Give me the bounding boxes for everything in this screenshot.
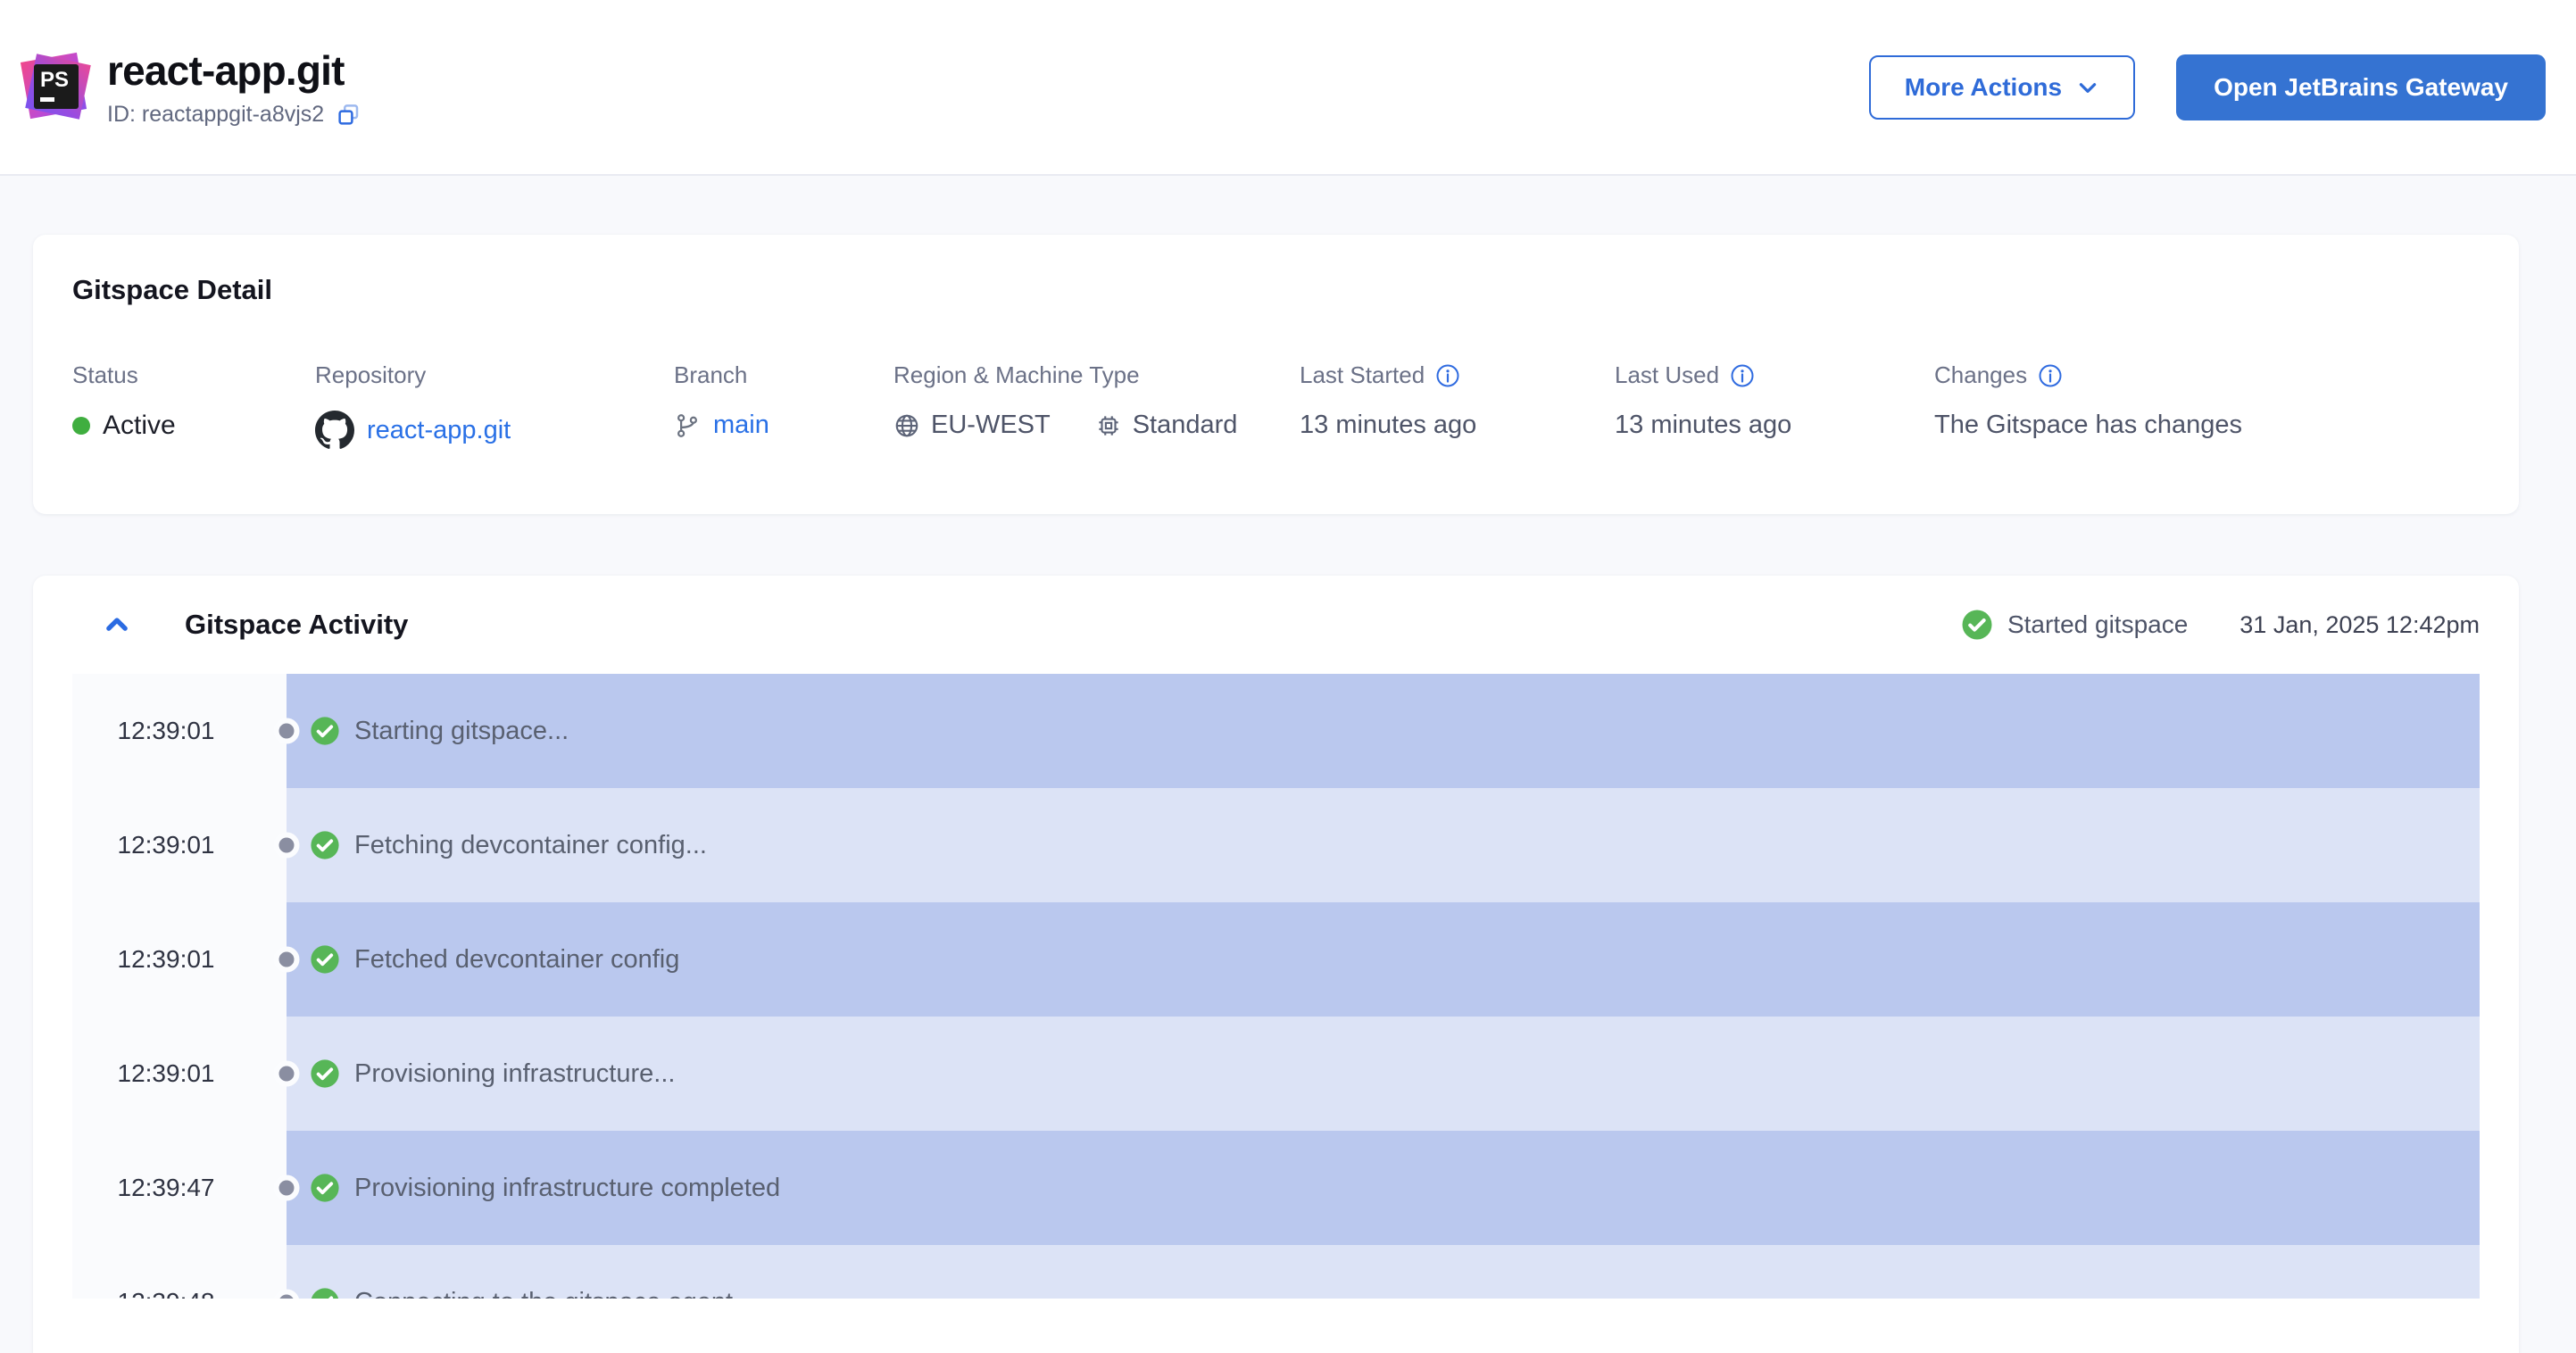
log-entry: Connecting to the gitspace agent	[287, 1245, 2480, 1299]
log-entry: Starting gitspace...	[287, 674, 2480, 788]
status-label: Status	[72, 361, 138, 388]
log-entry: Fetched devcontainer config	[287, 902, 2480, 1017]
activity-log-row: 12:39:47 Provisioning infrastructure com…	[72, 1131, 2480, 1245]
more-actions-label: More Actions	[1904, 72, 2063, 101]
last-used-value: 13 minutes ago	[1615, 411, 1792, 439]
open-jetbrains-gateway-button[interactable]: Open JetBrains Gateway	[2176, 54, 2546, 120]
check-circle-icon	[310, 1173, 340, 1203]
log-timestamp: 12:39:47	[117, 1174, 215, 1201]
check-circle-icon	[1961, 609, 1993, 641]
check-circle-icon	[310, 830, 340, 860]
timeline-dot-icon	[273, 1060, 300, 1087]
field-status: Status Active	[72, 361, 315, 450]
check-circle-icon	[310, 716, 340, 746]
timeline-dot-icon	[273, 946, 300, 973]
region-value: EU-WEST	[931, 411, 1051, 439]
globe-icon	[893, 412, 920, 439]
activity-log[interactable]: 12:39:01 Starting gitspace... 12:39:01 F…	[72, 674, 2480, 1299]
phpstorm-logo-icon: PS	[20, 50, 91, 125]
field-region-machine: Region & Machine Type EU-WEST Standard	[893, 361, 1300, 450]
log-entry-label: Provisioning infrastructure completed	[354, 1173, 781, 1202]
activity-log-row: 12:39:01 Starting gitspace...	[72, 674, 2480, 788]
logo-ps-monogram: PS	[34, 63, 79, 109]
log-timestamp: 12:39:01	[117, 717, 215, 744]
last-started-value: 13 minutes ago	[1300, 411, 1477, 439]
activity-log-row: 12:39:01 Provisioning infrastructure...	[72, 1017, 2480, 1131]
activity-timestamp: 31 Jan, 2025 12:42pm	[2239, 610, 2480, 638]
cpu-icon	[1095, 412, 1122, 439]
log-entry-label: Connecting to the gitspace agent	[354, 1288, 733, 1299]
log-timestamp: 12:39:01	[117, 831, 215, 859]
status-value: Active	[103, 411, 176, 440]
field-last-started: Last Started 13 minutes ago	[1300, 361, 1615, 450]
more-actions-button[interactable]: More Actions	[1868, 54, 2136, 120]
info-icon[interactable]	[1730, 363, 1755, 388]
detail-heading: Gitspace Detail	[72, 274, 272, 305]
topbar: PS react-app.git ID: reactappgit-a8vjs2 …	[0, 0, 2576, 176]
page-title: react-app.git	[107, 46, 345, 94]
changes-value: The Gitspace has changes	[1934, 411, 2242, 439]
field-last-used: Last Used 13 minutes ago	[1615, 361, 1934, 450]
info-icon[interactable]	[1435, 363, 1460, 388]
repository-link[interactable]: react-app.git	[367, 416, 511, 445]
info-icon[interactable]	[2038, 363, 2063, 388]
log-timestamp: 12:39:48	[72, 1245, 287, 1299]
field-branch: Branch main	[674, 361, 893, 450]
log-entry-label: Starting gitspace...	[354, 716, 569, 745]
region-machine-label: Region & Machine Type	[893, 361, 1140, 388]
chevron-up-icon	[99, 607, 135, 643]
log-entry-label: Provisioning infrastructure...	[354, 1058, 676, 1088]
log-entry: Fetching devcontainer config...	[287, 788, 2480, 902]
gitspace-id: ID: reactappgit-a8vjs2	[107, 102, 325, 127]
activity-heading: Gitspace Activity	[185, 609, 409, 640]
timeline-dot-icon	[273, 718, 300, 744]
log-entry: Provisioning infrastructure completed	[287, 1131, 2480, 1245]
activity-log-row: 12:39:48 Connecting to the gitspace agen…	[72, 1245, 2480, 1299]
activity-status-text: Started gitspace	[2007, 610, 2189, 638]
timeline-dot-icon	[273, 832, 300, 859]
field-repository: Repository react-app.git	[315, 361, 674, 450]
timeline-dot-icon	[273, 1175, 300, 1201]
last-used-label: Last Used	[1615, 361, 1720, 388]
activity-log-row: 12:39:01 Fetching devcontainer config...	[72, 788, 2480, 902]
git-branch-icon	[674, 412, 701, 439]
copy-icon[interactable]	[335, 102, 361, 129]
gitspace-detail-card: Gitspace Detail Status Active Repository…	[33, 235, 2519, 514]
activity-log-row: 12:39:01 Fetched devcontainer config	[72, 902, 2480, 1017]
gitspace-activity-card: Gitspace Activity Started gitspace 31 Ja…	[33, 576, 2519, 1353]
status-active-dot-icon	[72, 417, 90, 435]
chevron-down-icon	[2076, 76, 2099, 99]
check-circle-icon	[310, 1287, 340, 1299]
changes-label: Changes	[1934, 361, 2028, 388]
github-icon	[315, 411, 354, 450]
machine-type-value: Standard	[1132, 411, 1238, 439]
check-circle-icon	[310, 1058, 340, 1089]
branch-label: Branch	[674, 361, 748, 388]
repository-label: Repository	[315, 361, 427, 388]
log-timestamp: 12:39:01	[117, 1059, 215, 1087]
log-entry-label: Fetched devcontainer config	[354, 944, 680, 974]
last-started-label: Last Started	[1300, 361, 1425, 388]
branch-link[interactable]: main	[713, 411, 769, 440]
check-circle-icon	[310, 944, 340, 975]
field-changes: Changes The Gitspace has changes	[1934, 361, 2480, 450]
log-entry: Provisioning infrastructure...	[287, 1017, 2480, 1131]
collapse-activity-button[interactable]	[99, 607, 135, 643]
log-timestamp: 12:39:01	[117, 945, 215, 973]
log-entry-label: Fetching devcontainer config...	[354, 830, 707, 859]
